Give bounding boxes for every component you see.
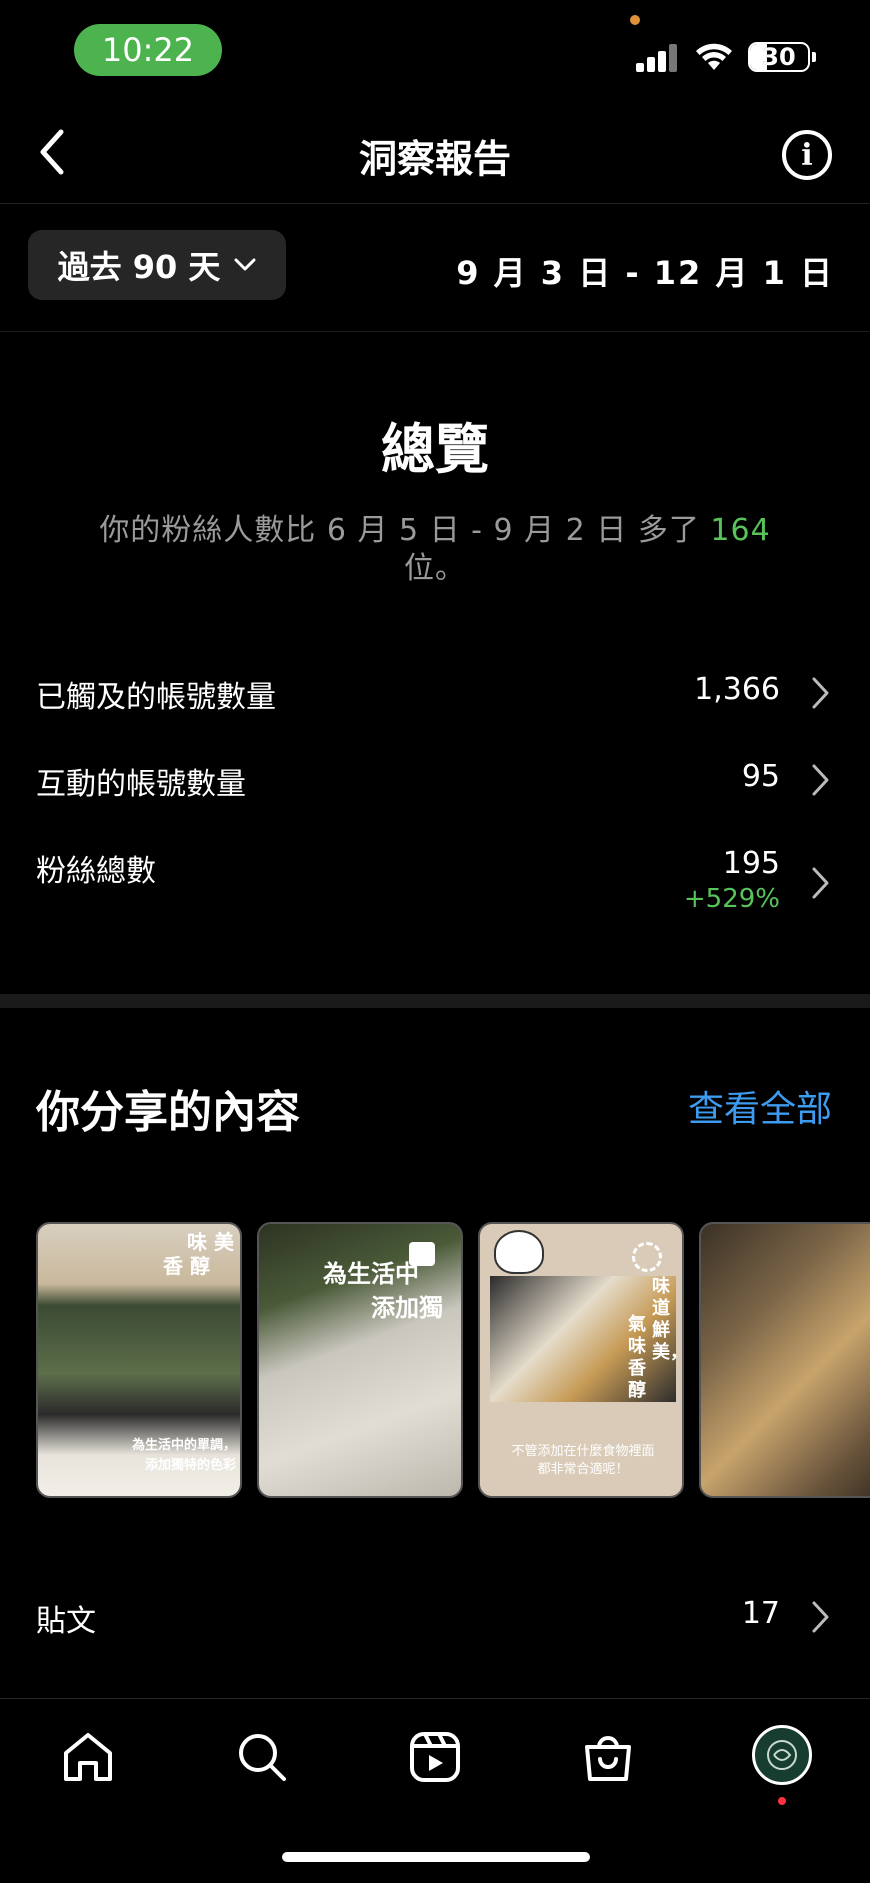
chevron-right-icon	[812, 867, 829, 899]
overview-desc-suffix: 位。	[404, 551, 466, 586]
chevron-right-icon	[812, 1601, 829, 1633]
reels-icon[interactable]	[407, 1729, 463, 1785]
thumbnail-caption: 氣味香醇	[628, 1314, 646, 1401]
info-button[interactable]: i	[782, 130, 832, 180]
thumbnail-caption: 香 醇	[163, 1254, 210, 1278]
section-divider	[0, 994, 870, 1008]
thumbnail-caption: 為生活中	[323, 1259, 419, 1288]
date-range-text: 9 月 3 日 - 12 月 1 日	[456, 254, 834, 292]
logo-icon	[767, 1740, 797, 1770]
follower-increase-number: 164	[710, 513, 771, 548]
battery-nub	[812, 52, 816, 62]
chevron-right-icon	[812, 677, 829, 709]
chevron-right-icon	[812, 764, 829, 796]
metric-row-reached[interactable]: 已觸及的帳號數量 1,366	[0, 672, 870, 752]
thumbnail-caption: 都非常合適呢！	[537, 1462, 629, 1477]
info-icon: i	[801, 137, 813, 173]
home-indicator	[282, 1852, 590, 1862]
search-icon[interactable]	[234, 1729, 290, 1785]
thumbnail-caption: 添加獨	[371, 1293, 443, 1322]
metric-row-followers[interactable]: 粉絲總數 195 +529%	[0, 846, 870, 942]
content-thumbnail[interactable]: 味道鮮美， 氣味香醇 不管添加在什麼食物裡面 都非常合適呢！	[478, 1222, 684, 1498]
chevron-down-icon	[234, 258, 256, 271]
row-label: 貼文	[36, 1604, 96, 1639]
shop-icon[interactable]	[580, 1729, 636, 1785]
metric-value: 1,366	[694, 672, 780, 707]
content-section-title: 你分享的內容	[36, 1087, 300, 1138]
header: 洞察報告 i	[0, 100, 870, 204]
metric-value: 195	[722, 846, 780, 881]
metric-change: +529%	[683, 884, 780, 914]
battery-icon: 30	[748, 42, 810, 72]
rabbit-sticker-icon	[494, 1230, 544, 1274]
metric-label: 互動的帳號數量	[36, 767, 246, 802]
metric-label: 已觸及的帳號數量	[36, 680, 276, 715]
metric-label: 粉絲總數	[36, 854, 156, 889]
overview-desc-prefix: 你的粉絲人數比 6 月 5 日 - 9 月 2 日 多了	[99, 513, 700, 548]
date-range-label: 過去 90 天	[57, 248, 221, 286]
thumbnail-caption: 添加獨特的色彩	[144, 1458, 236, 1473]
signal-icon	[636, 44, 680, 72]
loading-ring-icon	[632, 1242, 662, 1272]
row-value: 17	[741, 1596, 780, 1631]
content-thumbnail[interactable]: 味 美 香 醇 為生活中的單調， 添加獨特的色彩	[36, 1222, 242, 1498]
metric-value: 95	[741, 759, 780, 794]
metric-row-engaged[interactable]: 互動的帳號數量 95	[0, 759, 870, 839]
notification-dot	[778, 1797, 786, 1805]
thumbnail-caption: 味道鮮美，	[652, 1276, 682, 1363]
camera-indicator-icon	[630, 15, 640, 25]
date-filter-bar: 過去 90 天 9 月 3 日 - 12 月 1 日	[0, 204, 870, 332]
content-row-posts[interactable]: 貼文 17	[0, 1596, 870, 1656]
overview-title: 總覽	[381, 418, 489, 481]
content-thumbnail[interactable]: 為生活中 添加獨	[257, 1222, 463, 1498]
content-thumbnail[interactable]	[699, 1222, 870, 1498]
wifi-icon	[696, 43, 732, 70]
thumbnail-caption: 為生活中的單調，	[131, 1438, 236, 1453]
page-title: 洞察報告	[358, 137, 511, 181]
status-bar: 10:22 30	[0, 0, 870, 100]
status-time: 10:22	[74, 24, 222, 76]
content-thumbnails: 味 美 香 醇 為生活中的單調， 添加獨特的色彩 為生活中 添加獨 味道鮮美， …	[36, 1222, 870, 1498]
overview-description: 你的粉絲人數比 6 月 5 日 - 9 月 2 日 多了 164 位。	[90, 512, 780, 588]
see-all-link[interactable]: 查看全部	[688, 1080, 832, 1132]
battery-level: 30	[762, 43, 796, 71]
profile-avatar[interactable]	[752, 1725, 812, 1785]
date-range-dropdown[interactable]: 過去 90 天	[28, 230, 286, 300]
home-icon[interactable]	[60, 1729, 116, 1785]
carousel-icon	[409, 1242, 435, 1266]
thumbnail-caption: 不管添加在什麼食物裡面	[511, 1444, 655, 1459]
